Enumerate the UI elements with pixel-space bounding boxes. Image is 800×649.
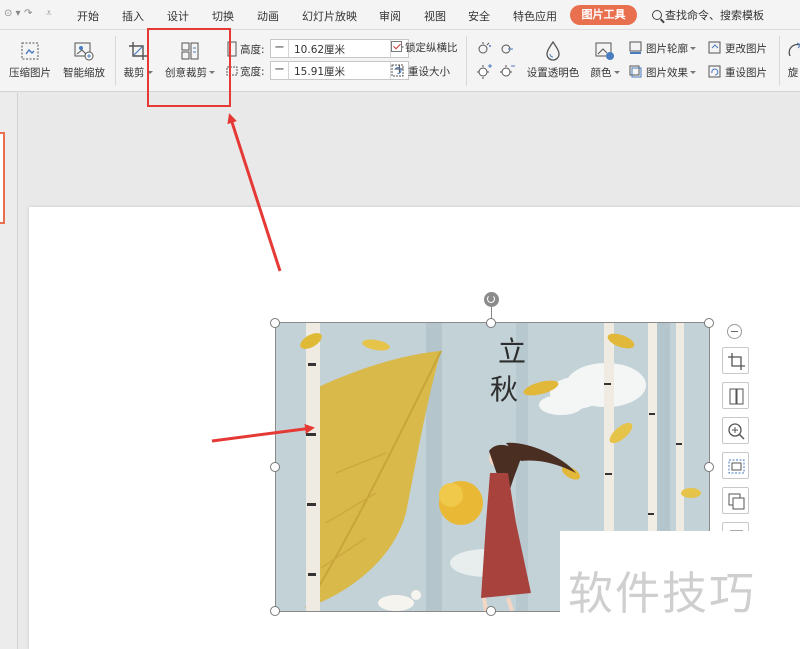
color-label: 颜色 xyxy=(590,67,612,79)
chevron-down-icon xyxy=(690,47,696,50)
resize-handle-bottom[interactable] xyxy=(486,606,496,616)
width-field: 宽度: − 15.91厘米 + xyxy=(226,61,416,81)
chevron-down-icon xyxy=(690,71,696,74)
resize-handle-left[interactable] xyxy=(270,462,280,472)
menu-bar: ⊙ ▾ ↷ ⩡ 开始 插入 设计 切换 动画 幻灯片放映 审阅 视图 安全 特色… xyxy=(0,0,800,30)
height-field: 高度: − 10.62厘米 + xyxy=(226,39,416,59)
menu-dropdown-icon[interactable]: ⊙ ▾ xyxy=(4,8,21,19)
picture-effect-button[interactable]: 图片效果 xyxy=(629,65,696,80)
menu-item-picture-tools[interactable]: 图片工具 xyxy=(570,5,637,25)
menu-item-transitions[interactable]: 切换 xyxy=(212,8,234,24)
copy-picture-icon xyxy=(728,493,745,510)
change-picture-button[interactable]: 更改图片 xyxy=(708,41,767,56)
ribbon-divider xyxy=(466,36,467,86)
lock-ratio-checkbox[interactable] xyxy=(391,41,402,52)
compress-picture-label: 压缩图片 xyxy=(9,67,51,79)
lock-ratio-label: 锁定纵横比 xyxy=(405,42,458,54)
picture-effect-icon xyxy=(629,65,642,78)
set-transparent-color-label: 设置透明色 xyxy=(526,67,580,79)
customize-toolbar-icon[interactable]: ⩡ xyxy=(46,8,52,19)
reset-picture-label: 重设图片 xyxy=(725,67,767,79)
width-decrease-button[interactable]: − xyxy=(271,62,289,79)
quick-split-button[interactable] xyxy=(722,382,749,409)
command-search[interactable]: 查找命令、搜索模板 xyxy=(652,7,764,23)
brightness-contrast-icons[interactable] xyxy=(475,40,519,84)
smart-zoom-icon xyxy=(73,40,95,62)
menu-item-slideshow[interactable]: 幻灯片放映 xyxy=(302,8,357,24)
rotate-icon xyxy=(784,40,800,62)
picture-title-char-2: 秋 xyxy=(490,373,518,406)
picture-outline-icon xyxy=(629,41,642,54)
command-search-label: 查找命令、搜索模板 xyxy=(665,9,764,22)
menu-item-home[interactable]: 开始 xyxy=(77,8,99,24)
color-picture-icon xyxy=(594,40,616,62)
quick-copy-button[interactable] xyxy=(722,487,749,514)
compress-picture-icon xyxy=(19,40,41,62)
picture-title-char-1: 立 xyxy=(498,335,526,368)
resize-handle-top-left[interactable] xyxy=(270,318,280,328)
zoom-in-icon xyxy=(728,423,745,440)
reset-size-button[interactable]: 重设大小 xyxy=(391,64,450,79)
menu-item-design[interactable]: 设计 xyxy=(167,8,189,24)
menu-item-animations[interactable]: 动画 xyxy=(257,8,279,24)
reset-size-icon xyxy=(391,64,404,77)
rotate-handle[interactable] xyxy=(484,292,499,307)
rotate-button[interactable]: 旋 xyxy=(784,40,800,80)
crop-icon xyxy=(728,353,745,370)
menu-item-review[interactable]: 审阅 xyxy=(379,8,401,24)
set-transparent-color-button[interactable]: 设置透明色 xyxy=(524,40,582,80)
quick-crop-button[interactable] xyxy=(722,347,749,374)
reset-size-label: 重设大小 xyxy=(408,66,450,78)
slide-thumbnail-selected[interactable] xyxy=(0,132,5,224)
ribbon-divider xyxy=(115,36,116,86)
transparent-color-icon xyxy=(542,40,564,62)
redo-icon[interactable]: ↷ xyxy=(24,8,32,19)
crop-icon xyxy=(127,40,149,62)
smart-zoom-button[interactable]: 智能缩放 xyxy=(60,40,108,80)
picture-effect-label: 图片效果 xyxy=(646,67,688,79)
compress-icon xyxy=(728,459,745,474)
watermark-text: 软件技巧 xyxy=(568,567,757,620)
picture-outline-label: 图片轮廓 xyxy=(646,43,688,55)
height-label: 高度: xyxy=(240,44,265,56)
width-stepper[interactable]: − 15.91厘米 + xyxy=(270,61,409,80)
rotate-label: 旋 xyxy=(787,67,799,79)
resize-handle-top-right[interactable] xyxy=(704,318,714,328)
compress-picture-button[interactable]: 压缩图片 xyxy=(7,40,53,80)
resize-handle-right[interactable] xyxy=(704,462,714,472)
quick-compress-button[interactable] xyxy=(722,452,749,479)
width-value[interactable]: 15.91厘米 xyxy=(294,64,345,79)
quick-zoom-button[interactable] xyxy=(722,417,749,444)
menu-item-insert[interactable]: 插入 xyxy=(122,8,144,24)
crop-label: 裁剪 xyxy=(123,67,145,79)
highlight-box xyxy=(147,28,231,107)
height-stepper[interactable]: − 10.62厘米 + xyxy=(270,39,409,58)
resize-handle-top[interactable] xyxy=(486,318,496,328)
width-label: 宽度: xyxy=(240,66,265,78)
change-picture-label: 更改图片 xyxy=(725,43,767,55)
menu-item-view[interactable]: 视图 xyxy=(424,8,446,24)
smart-zoom-label: 智能缩放 xyxy=(63,67,105,79)
picture-outline-button[interactable]: 图片轮廓 xyxy=(629,41,696,56)
height-value[interactable]: 10.62厘米 xyxy=(294,42,345,57)
resize-handle-bottom-left[interactable] xyxy=(270,606,280,616)
height-decrease-button[interactable]: − xyxy=(271,40,289,57)
collapse-tools-icon[interactable] xyxy=(727,324,742,339)
split-icon xyxy=(729,388,744,405)
search-icon xyxy=(652,10,662,20)
color-button[interactable]: 颜色 xyxy=(587,40,623,80)
reset-picture-icon xyxy=(708,65,721,78)
menu-item-security[interactable]: 安全 xyxy=(468,8,490,24)
menu-item-features[interactable]: 特色应用 xyxy=(513,8,557,24)
chevron-down-icon xyxy=(613,71,620,74)
ribbon-divider xyxy=(779,36,780,86)
watermark: 软件技巧 xyxy=(560,531,800,649)
reset-picture-button[interactable]: 重设图片 xyxy=(708,65,767,80)
change-picture-icon xyxy=(708,41,721,54)
